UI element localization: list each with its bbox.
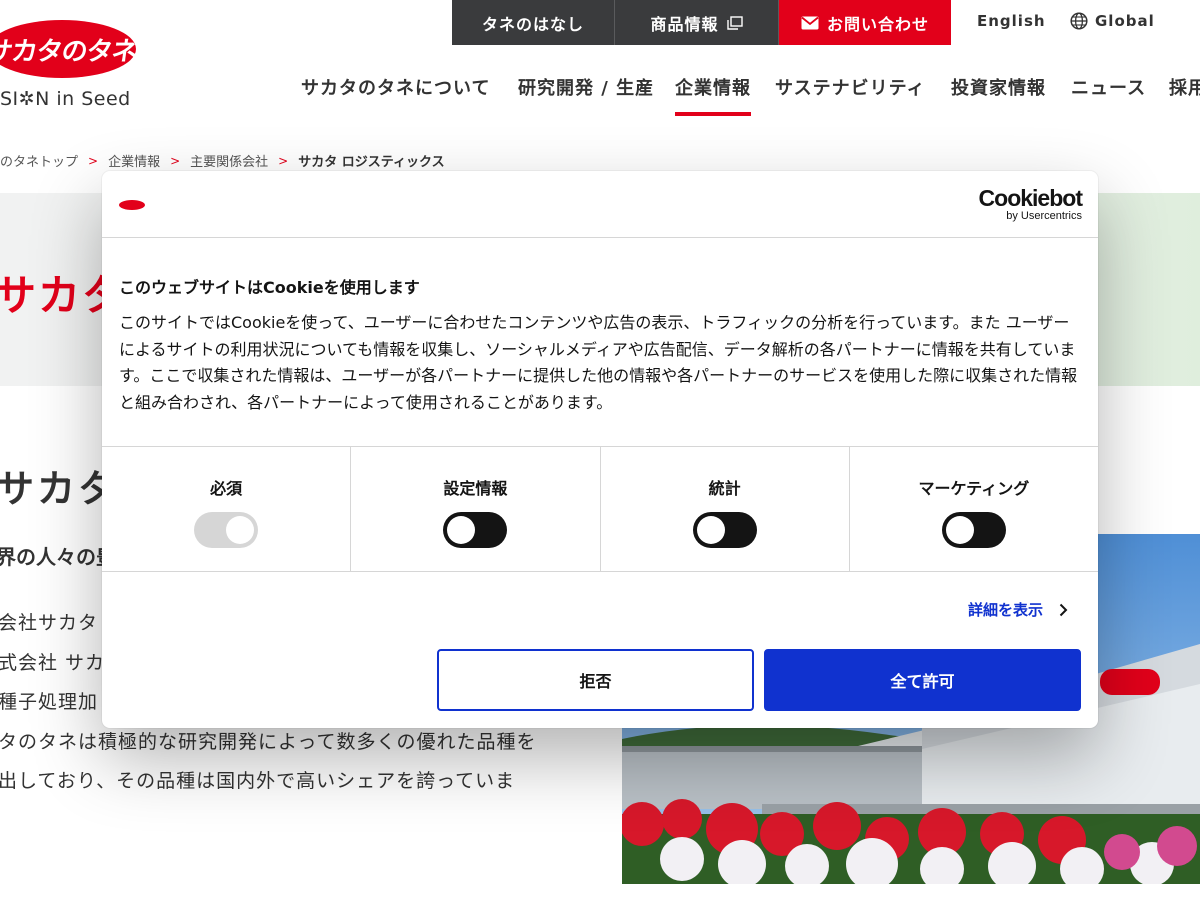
contact-button[interactable]: お問い合わせ xyxy=(779,0,951,45)
category-preferences: 設定情報 xyxy=(351,447,601,571)
cookiebot-name: Cookiebot xyxy=(978,185,1083,211)
nav-research[interactable]: 研究開発 / 生産 xyxy=(518,74,654,114)
breadcrumb-separator: > xyxy=(278,153,289,168)
necessary-toggle xyxy=(194,512,259,548)
page-lead: 界の人々の豊 xyxy=(0,545,116,569)
nav-investors[interactable]: 投資家情報 xyxy=(951,74,1046,114)
nav-corporate[interactable]: 企業情報 xyxy=(675,74,751,116)
show-details-link[interactable]: 詳細を表示 xyxy=(968,599,1068,620)
nav-about[interactable]: サカタのタネについて xyxy=(301,74,490,114)
english-label: English xyxy=(977,12,1046,30)
chevron-right-icon xyxy=(1059,603,1068,616)
show-details-label: 詳細を表示 xyxy=(967,601,1043,619)
breadcrumb-separator: > xyxy=(170,153,181,168)
top-utility-bar: タネのはなし 商品情報 お問い合わせ xyxy=(452,0,951,45)
mail-icon xyxy=(801,16,819,29)
story-of-seeds-label: タネのはなし xyxy=(481,14,584,34)
toggle-knob xyxy=(226,516,255,544)
cookiebot-subtitle: by Usercentrics xyxy=(1006,210,1082,222)
site-logo-small xyxy=(119,200,145,210)
category-label: マーケティング xyxy=(918,479,1030,498)
statistics-toggle[interactable] xyxy=(692,512,757,548)
breadcrumb-current: サカタ ロジスティックス xyxy=(298,155,445,170)
deny-label: 拒否 xyxy=(579,672,612,691)
cookiebot-logo[interactable]: Cookiebot by Usercentrics xyxy=(978,185,1083,222)
body-line: タのタネは積極的な研究開発によって数多くの優れた品種を xyxy=(0,730,537,753)
toggle-knob xyxy=(447,516,476,544)
category-label: 統計 xyxy=(708,479,741,498)
breadcrumb-corporate[interactable]: 企業情報 xyxy=(108,151,160,170)
globe-icon xyxy=(1070,12,1088,30)
deny-button[interactable]: 拒否 xyxy=(437,649,754,711)
product-info-label: 商品情報 xyxy=(650,14,719,34)
breadcrumb-affiliates[interactable]: 主要関係会社 xyxy=(190,151,268,170)
preferences-toggle[interactable] xyxy=(443,512,508,548)
allow-all-label: 全て許可 xyxy=(890,672,955,691)
cookie-dialog-content: このウェブサイトはCookieを使用します このサイトではCookieを使って、… xyxy=(119,274,1081,416)
breadcrumb-separator: > xyxy=(88,153,99,168)
allow-all-button[interactable]: 全て許可 xyxy=(764,649,1081,711)
external-window-icon xyxy=(726,15,743,30)
breadcrumb: のタネトップ > 企業情報 > 主要関係会社 > サカタ ロジスティックス xyxy=(0,151,445,171)
main-navigation: サカタのタネについて 研究開発 / 生産 企業情報 サステナビリティ 投資家情報… xyxy=(0,74,1200,116)
category-label: 設定情報 xyxy=(443,479,508,498)
logo-text: サカタのタネ xyxy=(0,36,139,67)
marketing-toggle[interactable] xyxy=(941,512,1006,548)
cookie-category-toggles: 必須 設定情報 統計 マーケティング xyxy=(102,446,1098,572)
category-marketing: マーケティング xyxy=(850,447,1098,571)
global-link[interactable]: Global xyxy=(1070,0,1155,42)
cookie-consent-dialog: Cookiebot by Usercentrics このウェブサイトはCooki… xyxy=(102,171,1098,728)
toggle-knob xyxy=(945,516,974,544)
cookie-dialog-body: このサイトではCookieを使って、ユーザーに合わせたコンテンツや広告の表示、ト… xyxy=(119,313,1078,412)
global-label: Global xyxy=(1095,12,1155,30)
product-info-link[interactable]: 商品情報 xyxy=(615,0,779,45)
nav-sustainability[interactable]: サステナビリティ xyxy=(775,74,926,114)
nav-news[interactable]: ニュース xyxy=(1071,74,1146,114)
body-line: 出しており、その品種は国内外で高いシェアを誇っていま xyxy=(0,770,516,793)
category-necessary: 必須 xyxy=(102,447,352,571)
category-statistics: 統計 xyxy=(601,447,850,571)
logo-mark: サカタのタネ xyxy=(0,20,139,78)
cookie-dialog-header: Cookiebot by Usercentrics xyxy=(102,171,1098,238)
story-of-seeds-link[interactable]: タネのはなし xyxy=(452,0,615,45)
contact-label: お問い合わせ xyxy=(826,14,929,34)
toggle-knob xyxy=(696,516,725,544)
nav-careers[interactable]: 採用 xyxy=(1169,74,1200,114)
cookie-dialog-title: このウェブサイトはCookieを使用します xyxy=(119,278,420,297)
category-label: 必須 xyxy=(210,479,243,498)
breadcrumb-home[interactable]: のタネトップ xyxy=(0,151,78,170)
english-link[interactable]: English xyxy=(977,0,1046,42)
